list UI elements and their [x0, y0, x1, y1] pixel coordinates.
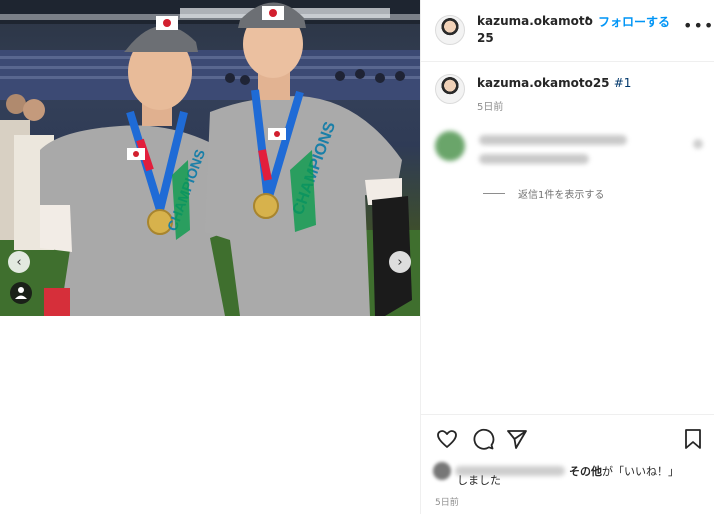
post-time[interactable]: 5日前 [435, 495, 459, 508]
separator-dot: • [584, 12, 592, 26]
comment-meta-blurred [479, 154, 589, 164]
likes-summary-line2: しました [457, 474, 501, 487]
tagged-users-button[interactable] [10, 282, 32, 304]
caption-hashtag[interactable]: #1 [614, 76, 632, 90]
person-icon [15, 287, 27, 299]
comment-text-blurred [479, 135, 627, 145]
caption-username[interactable]: kazuma.okamoto25 [477, 76, 610, 90]
comment-icon[interactable] [471, 427, 495, 451]
player-right: CHAMPIONS [205, 2, 412, 316]
liker-avatar[interactable] [433, 462, 451, 480]
follow-button[interactable]: フォローする [598, 13, 670, 30]
replies-dash [483, 193, 505, 194]
photo-illustration: CHAMPIONS CHAMPIONS [0, 0, 420, 316]
likes-summary[interactable]: その他が「いいね！」 [569, 463, 679, 479]
bookmark-icon[interactable] [681, 427, 705, 451]
caption-avatar[interactable] [435, 74, 465, 104]
post-actions: その他が「いいね！」 しました 5日前 [421, 414, 714, 514]
comment-like-icon[interactable] [693, 139, 703, 149]
likes-rest: が「いいね！」 [602, 465, 679, 478]
author-avatar[interactable] [435, 15, 465, 45]
likes-others[interactable]: その他 [569, 465, 602, 478]
heart-icon[interactable] [435, 427, 459, 451]
previous-photo-button[interactable]: ‹ [8, 251, 30, 273]
share-icon[interactable] [505, 427, 529, 451]
post-panel: kazuma.okamoto25 • フォローする ••• kazuma.oka… [420, 0, 714, 514]
chevron-right-icon: › [397, 254, 403, 270]
author-username[interactable]: kazuma.okamoto25 [477, 13, 597, 47]
view-replies-button[interactable]: 返信1件を表示する [483, 186, 604, 201]
comment-item [421, 125, 714, 175]
chevron-left-icon: ‹ [16, 254, 22, 270]
commenter-avatar[interactable] [435, 131, 465, 161]
next-photo-button[interactable]: › [389, 251, 411, 273]
caption-time[interactable]: 5日前 [477, 98, 503, 113]
post-photo[interactable]: CHAMPIONS CHAMPIONS [0, 0, 420, 316]
more-options-icon[interactable]: ••• [683, 16, 714, 35]
post-header: kazuma.okamoto25 • フォローする ••• [421, 0, 714, 62]
view-replies-label: 返信1件を表示する [518, 190, 605, 201]
